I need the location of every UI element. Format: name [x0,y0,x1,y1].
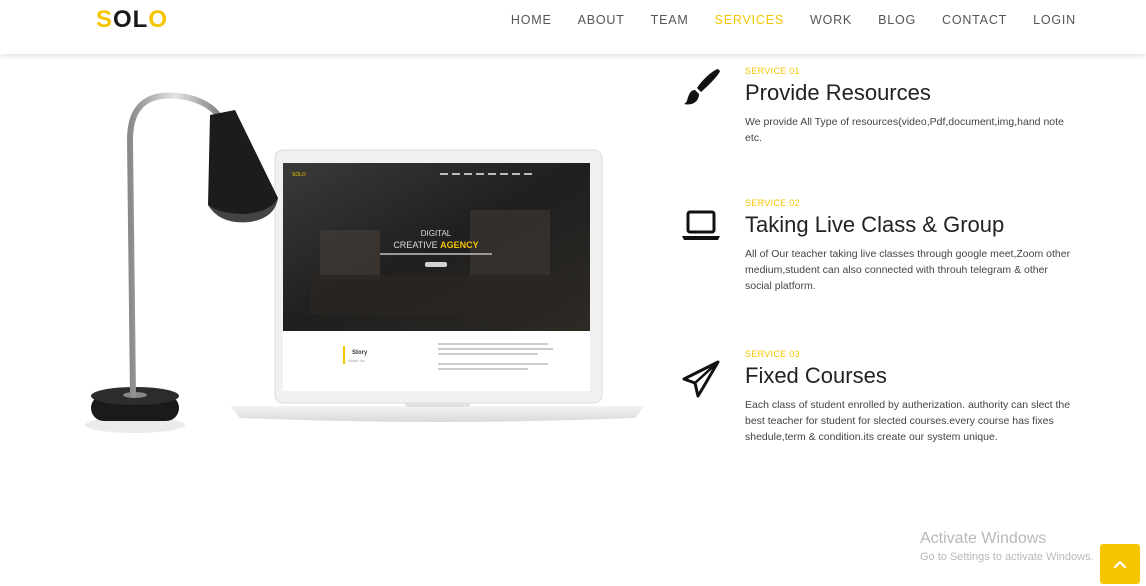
service-description: Each class of student enrolled by auther… [745,399,1071,443]
screen-story-sub: About Us [348,358,364,363]
screen-headline-2: CREATIVE AGENCY [393,240,478,250]
nav-team[interactable]: TEAM [651,13,689,27]
service-description: We provide All Type of resources(video,P… [745,116,1064,144]
screen-headline-1: DIGITAL [421,229,452,238]
site-logo[interactable]: SOLO [96,6,168,34]
service-body-2: SERVICE 02 Taking Live Class & Group All… [745,198,1075,294]
logo-letter-s: S [96,6,114,33]
watermark-title: Activate Windows [920,530,1047,547]
laptop: SOLO DIGITAL CREATIVE AGENCY Story About… [230,149,645,422]
service-number: SERVICE 03 [745,349,800,359]
logo-letters-ol: OL [113,6,149,33]
service-description: All of Our teacher taking live classes t… [745,248,1071,292]
service-title: Fixed Courses [745,363,887,388]
brush-icon [684,69,720,105]
nav-about[interactable]: ABOUT [578,13,625,27]
screen-story: Story [352,350,368,356]
desk-lamp [85,92,278,433]
screen-logo: SOLO [292,172,306,178]
service-number: SERVICE 01 [745,66,800,76]
service-item-3: SERVICE 03 Fixed Courses Each class of s… [680,349,1080,479]
service-item-2: SERVICE 02 Taking Live Class & Group All… [680,198,1080,318]
service-item-1: SERVICE 01 Provide Resources We provide … [680,66,1080,166]
lamp-laptop-illustration: SOLO DIGITAL CREATIVE AGENCY Story About… [85,92,645,433]
nav-login[interactable]: LOGIN [1033,13,1076,27]
scroll-to-top-button[interactable] [1100,544,1140,584]
chevron-up-icon [1113,560,1127,569]
paper-plane-icon [682,360,720,398]
windows-activation-watermark: Activate Windows Go to Settings to activ… [920,530,1094,563]
nav-home[interactable]: HOME [511,13,552,27]
logo-letter-o: O [148,6,169,33]
nav-contact[interactable]: CONTACT [942,13,1007,27]
site-header: SOLO HOME ABOUT TEAM SERVICES WORK BLOG … [0,0,1146,54]
nav-services[interactable]: SERVICES [715,13,784,27]
service-body-3: SERVICE 03 Fixed Courses Each class of s… [745,349,1075,445]
watermark-subtitle: Go to Settings to activate Windows. [920,551,1094,563]
nav-blog[interactable]: BLOG [878,13,916,27]
main-nav: HOME ABOUT TEAM SERVICES WORK BLOG CONTA… [485,0,1076,40]
service-number: SERVICE 02 [745,198,800,208]
service-body-1: SERVICE 01 Provide Resources We provide … [745,66,1075,146]
service-title: Provide Resources [745,80,931,105]
service-title: Taking Live Class & Group [745,212,1005,237]
nav-work[interactable]: WORK [810,13,852,27]
laptop-icon [682,210,720,240]
